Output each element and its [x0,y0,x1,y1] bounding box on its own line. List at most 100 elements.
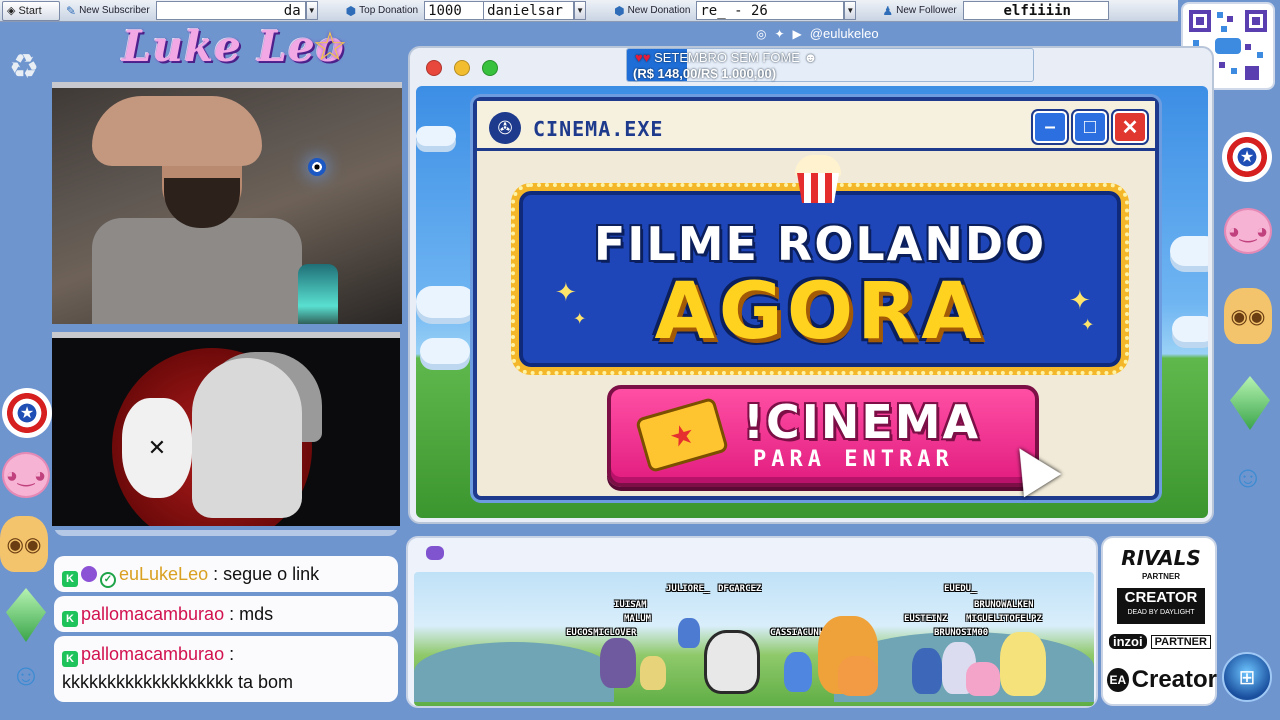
window-maximize-dot[interactable] [482,60,498,76]
marvel-rivals-partner-label: PARTNER [1141,572,1181,581]
window-minimize-dot[interactable] [454,60,470,76]
headline-line-2: AGORA [654,267,986,357]
channel-badge-icon: K [62,651,78,667]
new-follower-label-wrap: ♟ New Follower [856,4,962,18]
viewer-name: IUISAM [614,600,647,610]
cloud [420,338,470,364]
fox-mask-icon: ✕ [122,398,192,498]
channel-badge-icon: K [62,571,78,587]
new-donation-field[interactable]: re_ - 26 [696,1,845,20]
chat-message: Kpallomacamburao : kkkkkkkkkkkkkkkkkkk t… [54,636,398,702]
viewer-name: BRUNOSIM00 [934,628,989,638]
viewer-name: BRUNOWALKEN [974,600,1034,610]
pokemon-sprite [784,652,812,692]
jigglypuff-icon-right[interactable]: ◕‿◕ [1224,208,1272,254]
pokemon-sprite [600,638,636,688]
ticket-icon: ★ [634,396,730,474]
inzoi-partner-label: PARTNER [1150,634,1211,649]
chat-username[interactable]: euLukeLeo [119,564,208,584]
pokemon-sprite [838,656,878,696]
inzoi-partner-badge: inzoi PARTNER [1109,634,1213,649]
cloud [1172,316,1208,342]
chat-message: K ✓ euLukeLeo : segue o link [54,556,398,592]
top-donation-amount[interactable]: 1000 [424,1,485,20]
youtube-icon[interactable]: ▶ [793,27,802,41]
chat-username[interactable]: pallomacamburao [81,644,224,664]
instagram-icon[interactable]: ◎ [756,27,766,41]
minimize-button[interactable]: – [1033,111,1067,143]
maximize-button[interactable]: □ [1073,111,1107,143]
dbd-creator-badge: CREATOR DEAD BY DAYLIGHT [1117,588,1205,624]
close-button[interactable]: ✕ [1113,111,1147,143]
plumbob-icon-right[interactable] [1230,376,1270,430]
ea-creator-badge: EA Creator [1107,666,1217,694]
window-close-dot[interactable] [426,60,442,76]
chat-text: : [224,644,235,664]
chat-text: : segue o link [208,564,320,584]
chat-panel: K ✓ euLukeLeo : segue o link Kpallomacambu… [54,530,400,706]
follower-icon: ♟ [882,3,894,18]
pokemon-sprite [966,662,1000,696]
mic-badge-icon [81,566,97,582]
windows-orb-icon[interactable]: ⊞ [1222,652,1272,702]
subscriber-icon: ✎ [66,3,77,18]
msn-buddy-icon-right[interactable]: ☺ [1222,458,1274,498]
top-donation-segment: ⬢ Top Donation 1000 danielsar ▼ [318,0,587,22]
inzoi-logo: inzoi [1109,634,1147,649]
marvel-rivals-logo: RIVALS [1121,546,1201,570]
start-logo-icon: ◈ [7,5,16,17]
donation-goal-title: SETEMBRO SEM FOME [654,50,800,65]
anime-girl-icon-right[interactable]: ◉◉ [1224,288,1272,344]
start-label: Start [18,4,42,17]
new-donation-icon: ⬢ [614,3,625,18]
webcam-shirt [92,218,302,324]
pokemon-sprite [640,656,666,690]
microphone-icon [298,264,338,324]
recycle-bin-icon[interactable]: ♻ [4,44,44,90]
social-handle: @eulukeleo [809,26,879,41]
new-follower-label: New Follower [896,5,957,16]
viewer-name: MIGUELITOFELPZ [966,614,1042,624]
captain-shield-icon-right[interactable]: ★ [1222,132,1272,182]
top-donation-name[interactable]: danielsar [484,1,575,20]
chat-username[interactable]: pallomacamburao [81,604,224,624]
cinema-dialog: ✇ CINEMA.EXE – □ ✕ FILME ROLANDO AGORA ✦… [473,97,1159,500]
pokemon-sprite [912,648,942,694]
art-girl [192,358,302,518]
new-donation-dropdown-icon[interactable]: ▼ [844,1,857,20]
anime-girl-icon[interactable]: ◉◉ [0,516,48,572]
subscriber-field[interactable]: da [155,1,306,20]
subscriber-label-wrap: ✎ New Subscriber [60,4,156,18]
subscriber-dropdown-icon[interactable]: ▼ [305,1,318,20]
heart-icon: ♥ [642,50,651,65]
viewer-name: DFGARCEZ [718,584,762,594]
viewer-name: EUEDU_ [944,584,977,594]
new-donation-label-wrap: ⬢ New Donation [586,4,696,18]
cinema-command-button[interactable]: ★ !CINEMA PARA ENTRAR [607,385,1062,498]
captain-shield-icon[interactable]: ★ [2,388,52,438]
plumbob-icon[interactable] [6,588,46,642]
donation-goal-bar: ♥♥ SETEMBRO SEM FOME ☻ (R$ 148,00/R$ 1.0… [626,48,1034,82]
jigglypuff-icon[interactable]: ◕‿◕ [2,452,50,498]
donation-goal-title-line: ♥♥ SETEMBRO SEM FOME ☻ [635,50,817,65]
popcorn-icon [791,155,845,205]
top-donation-dropdown-icon[interactable]: ▼ [574,1,587,20]
pokemon-sprite [704,630,760,694]
dbd-creator-title: CREATOR [1124,589,1198,606]
popcorn-box [797,173,839,203]
twitter-icon[interactable]: ✦ [774,27,784,41]
cloud [416,126,456,146]
hill [414,642,614,702]
sparkle-icon: ✦ [1069,285,1091,315]
heart-icon: ♥ [635,50,643,65]
new-donation-label: New Donation [627,5,691,16]
subscriber-label: New Subscriber [79,5,150,16]
msn-buddy-icon[interactable]: ☺ [0,656,52,696]
new-follower-field[interactable]: elfiiiin [962,1,1109,20]
chat-bubble-icon [426,546,444,560]
viewer-name: EUSTEINZ [904,614,948,624]
start-button[interactable]: ◈ Start [2,0,60,21]
headline-line-1: FILME ROLANDO [593,217,1047,271]
partner-badges: RIVALS PARTNER CREATOR DEAD BY DAYLIGHT … [1101,536,1217,706]
viewer-name: JULIORE_ [666,584,710,594]
